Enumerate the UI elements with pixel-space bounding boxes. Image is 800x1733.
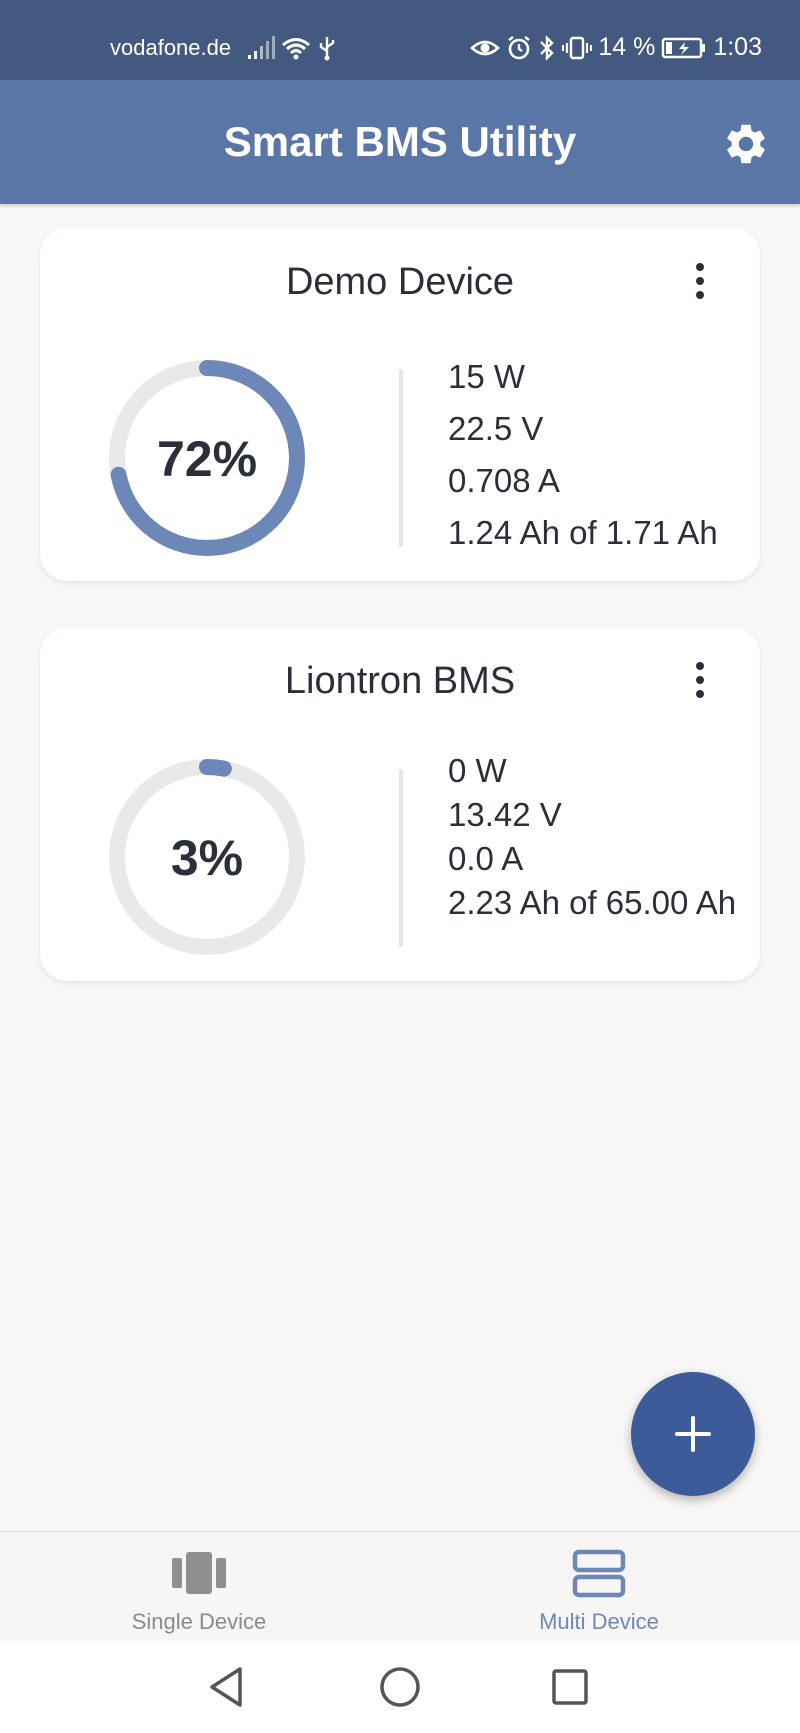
clock: 1:03 [713, 33, 762, 61]
nav-label: Single Device [131, 1609, 267, 1634]
voltage-value: 13.42 V [448, 796, 562, 833]
recents-icon[interactable] [546, 1663, 594, 1711]
settings-button[interactable] [722, 120, 770, 168]
device-name: Liontron BMS [284, 660, 516, 702]
stacked-rows-icon [572, 1549, 626, 1598]
wifi-icon [282, 38, 311, 60]
nav-label: Multi Device [539, 1609, 659, 1634]
battery-percent: 14 % [598, 33, 656, 61]
device-menu-button[interactable] [690, 660, 710, 700]
vibrate-icon [562, 36, 593, 59]
voltage-value: 22.5 V [448, 410, 544, 447]
power-value: 0 W [448, 752, 507, 789]
power-value: 15 W [448, 358, 526, 395]
capacity-value: 2.23 Ah of 65.00 Ah [448, 884, 737, 921]
bluetooth-icon [540, 34, 555, 61]
card-divider [399, 369, 403, 547]
device-name: Demo Device [285, 261, 515, 303]
alarm-icon [508, 35, 531, 59]
add-device-button[interactable] [631, 1372, 755, 1496]
status-bar: vodafone.de 14 % 1:03 [0, 0, 800, 80]
home-icon[interactable] [376, 1663, 424, 1711]
device-card[interactable]: Demo Device 72% 15 W 22.5 V 0.708 A 1.24… [40, 227, 760, 581]
device-menu-button[interactable] [690, 261, 710, 301]
device-stats: 0 W 13.42 V 0.0 A 2.23 Ah of 65.00 Ah [448, 751, 738, 927]
current-value: 0.0 A [448, 840, 524, 877]
more-vert-icon [696, 263, 704, 299]
eye-icon [470, 40, 501, 55]
device-stats: 15 W 22.5 V 0.708 A 1.24 Ah of 1.71 Ah [448, 351, 738, 559]
bottom-navigation: Single Device Multi Device [0, 1531, 800, 1642]
device-card[interactable]: Liontron BMS 3% 0 W 13.42 V 0.0 A 2.23 A… [40, 627, 760, 981]
battery-charging-icon [662, 37, 706, 58]
card-divider [399, 769, 403, 947]
carrier-name: vodafone.de [110, 35, 232, 60]
system-navigation [0, 1641, 800, 1733]
gear-icon [727, 124, 765, 164]
more-vert-icon [696, 662, 704, 698]
current-value: 0.708 A [448, 462, 560, 499]
back-icon[interactable] [204, 1663, 252, 1711]
signal-icon [248, 36, 276, 59]
status-left: vodafone.de [110, 35, 337, 61]
status-right: 14 % 1:03 [470, 33, 762, 62]
plus-icon [675, 1416, 711, 1452]
battery-single-icon [172, 1552, 226, 1594]
app-title: Smart BMS Utility [223, 118, 577, 165]
charge-percent: 3% [170, 830, 244, 886]
nav-single-device[interactable]: Single Device [69, 1532, 329, 1642]
capacity-value: 1.24 Ah of 1.71 Ah [448, 514, 718, 551]
usb-icon [319, 37, 335, 61]
nav-multi-device[interactable]: Multi Device [469, 1532, 729, 1642]
charge-percent: 72% [156, 431, 258, 487]
app-bar: Smart BMS Utility [0, 80, 800, 204]
